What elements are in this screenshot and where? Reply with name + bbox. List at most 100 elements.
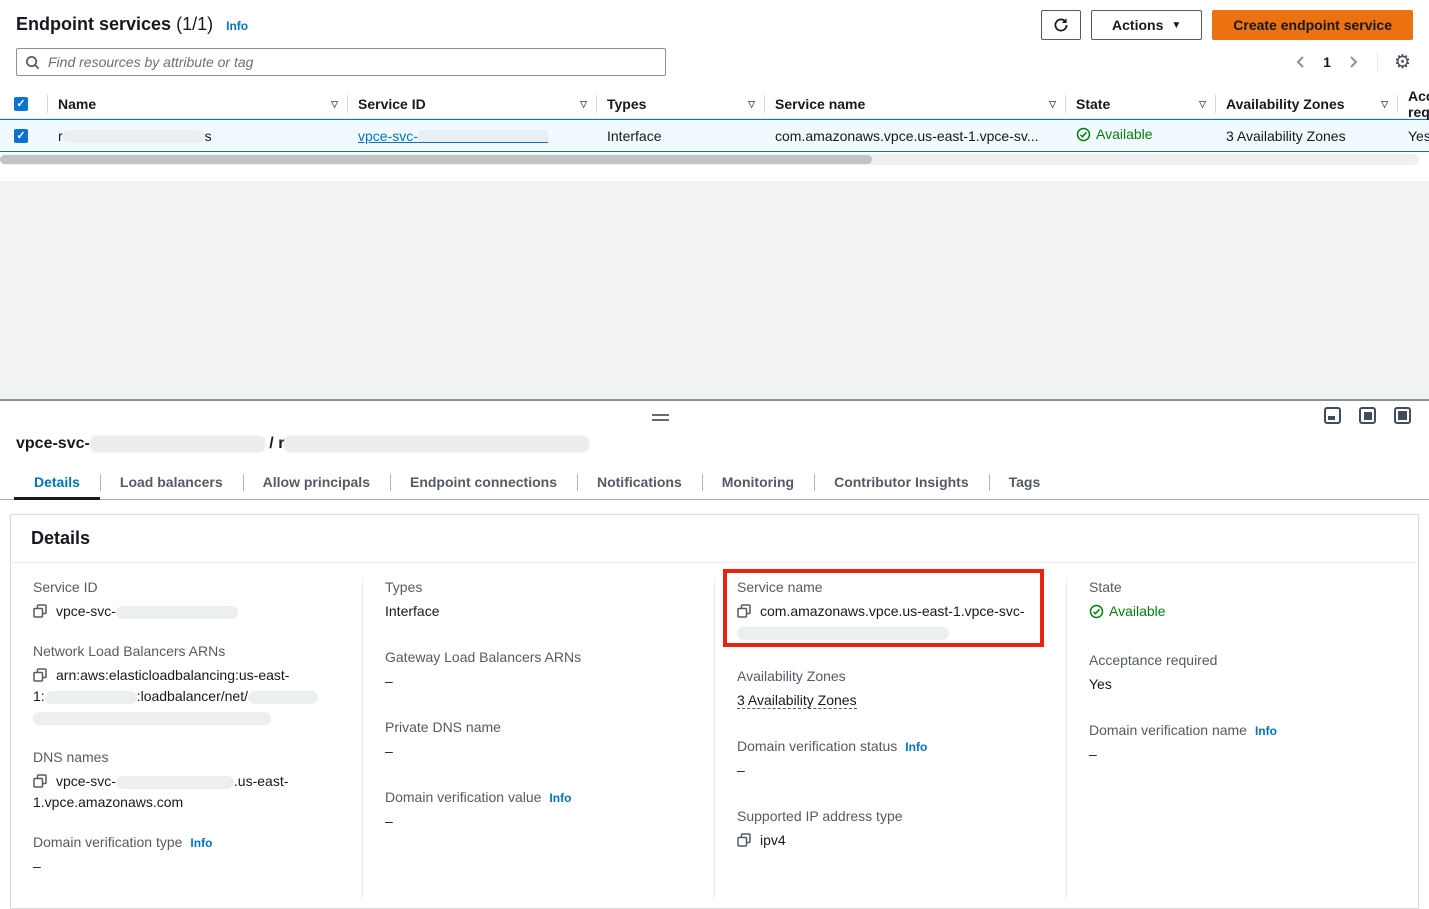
table-header-service-name[interactable]: Service name ▽ bbox=[765, 90, 1066, 118]
available-check-icon bbox=[1076, 127, 1091, 142]
tab-details[interactable]: Details bbox=[14, 467, 100, 499]
sort-icon[interactable]: ▽ bbox=[1199, 99, 1206, 110]
field-service-name: Service name com.amazonaws.vpce.us-east-… bbox=[737, 579, 1044, 643]
info-link[interactable]: Info bbox=[190, 836, 212, 850]
info-link[interactable]: Info bbox=[549, 791, 571, 805]
table-header-service-id[interactable]: Service ID ▽ bbox=[348, 90, 597, 118]
service-name-value: com.amazonaws.vpce.us-east-1.vpce-svc- bbox=[760, 603, 1025, 619]
label-text: Domain verification name bbox=[1089, 722, 1247, 738]
chevron-down-icon: ▼ bbox=[1171, 20, 1181, 31]
redacted-dns bbox=[116, 776, 234, 789]
create-endpoint-service-button[interactable]: Create endpoint service bbox=[1212, 10, 1413, 40]
tab-contributor-insights[interactable]: Contributor Insights bbox=[814, 467, 989, 499]
search-box[interactable] bbox=[16, 48, 666, 76]
copy-icon[interactable] bbox=[737, 604, 751, 618]
table-header-acceptance-required[interactable]: Acceptance required bbox=[1398, 90, 1429, 118]
availability-zones-popover-trigger[interactable]: 3 Availability Zones bbox=[737, 692, 857, 709]
table-header-state[interactable]: State ▽ bbox=[1066, 90, 1216, 118]
state-text: Available bbox=[1109, 601, 1166, 622]
tab-notifications[interactable]: Notifications bbox=[577, 467, 702, 499]
row-availability-zones-cell: 3 Availability Zones bbox=[1216, 128, 1398, 144]
field-supported-ip: Supported IP address type ipv4 bbox=[737, 808, 1044, 851]
actions-button[interactable]: Actions ▼ bbox=[1091, 10, 1202, 40]
field-label: Domain verification value Info bbox=[385, 789, 692, 805]
row-checkbox[interactable]: ✓ bbox=[14, 129, 28, 143]
table-row[interactable]: ✓ rs vpce-svc- Interface com.amazonaws.v… bbox=[0, 119, 1429, 152]
tab-endpoint-connections[interactable]: Endpoint connections bbox=[390, 467, 577, 499]
field-value: vpce-svc- bbox=[33, 601, 340, 622]
redacted-title-id bbox=[90, 436, 265, 452]
field-glb-arns: Gateway Load Balancers ARNs – bbox=[385, 649, 692, 692]
field-domain-verification-type: Domain verification type Info – bbox=[33, 834, 340, 877]
details-card-body: Service ID vpce-svc- Network Load Balanc… bbox=[11, 563, 1418, 908]
copy-icon[interactable] bbox=[33, 604, 47, 618]
current-page: 1 bbox=[1317, 54, 1337, 70]
split-panel-drag-handle-icon[interactable] bbox=[652, 414, 669, 421]
table-controls: 1 ⚙ bbox=[0, 40, 1429, 76]
select-all-checkbox[interactable]: ✓ bbox=[14, 97, 28, 111]
panel-size-medium-icon[interactable] bbox=[1359, 407, 1376, 424]
field-domain-verification-value: Domain verification value Info – bbox=[385, 789, 692, 832]
info-link[interactable]: Info bbox=[905, 740, 927, 754]
sort-icon[interactable]: ▽ bbox=[1381, 99, 1388, 110]
horizontal-scrollbar[interactable] bbox=[0, 154, 1419, 165]
preferences-gear-button[interactable]: ⚙ bbox=[1392, 53, 1413, 72]
sort-icon[interactable]: ▽ bbox=[748, 99, 755, 110]
field-value: – bbox=[33, 856, 340, 877]
details-column-3: Service name com.amazonaws.vpce.us-east-… bbox=[714, 579, 1066, 898]
table-header-name[interactable]: Name ▽ bbox=[48, 90, 348, 118]
label-text: Domain verification value bbox=[385, 789, 541, 805]
field-value: com.amazonaws.vpce.us-east-1.vpce-svc- bbox=[737, 601, 1044, 643]
service-id-link[interactable]: vpce-svc- bbox=[358, 128, 548, 144]
sort-icon[interactable]: ▽ bbox=[580, 99, 587, 110]
row-checkbox-cell: ✓ bbox=[0, 129, 48, 143]
details-card-heading: Details bbox=[11, 515, 1418, 563]
detail-split-panel: vpce-svc- / r Details Load balancers All… bbox=[0, 399, 1429, 891]
refresh-button[interactable] bbox=[1041, 10, 1081, 40]
info-link[interactable]: Info bbox=[1255, 724, 1277, 738]
tab-load-balancers[interactable]: Load balancers bbox=[100, 467, 243, 499]
refresh-icon bbox=[1053, 17, 1069, 33]
field-acceptance-required: Acceptance required Yes bbox=[1089, 652, 1396, 695]
horizontal-scrollbar-thumb[interactable] bbox=[0, 155, 872, 164]
pagination: 1 ⚙ bbox=[1291, 51, 1413, 73]
table-header-types[interactable]: Types ▽ bbox=[597, 90, 765, 118]
field-value: Yes bbox=[1089, 674, 1396, 695]
next-page-button[interactable] bbox=[1343, 51, 1363, 73]
redacted-title-name bbox=[284, 436, 589, 452]
page-title: Endpoint services (1/1) Info bbox=[16, 10, 248, 40]
field-value: Available bbox=[1089, 601, 1396, 625]
header-label: Types bbox=[607, 96, 646, 112]
search-icon bbox=[25, 55, 40, 70]
search-input[interactable] bbox=[46, 53, 657, 71]
arn-line2-mid: :loadbalancer/net/ bbox=[137, 688, 248, 704]
details-card: Details Service ID vpce-svc- Network Loa… bbox=[10, 514, 1419, 909]
copy-icon[interactable] bbox=[737, 833, 751, 847]
split-panel-controls bbox=[0, 401, 1429, 435]
tab-monitoring[interactable]: Monitoring bbox=[702, 467, 814, 499]
field-domain-verification-name: Domain verification nameInfo – bbox=[1089, 722, 1396, 765]
copy-icon[interactable] bbox=[33, 668, 47, 682]
field-label: Domain verification statusInfo bbox=[737, 738, 1044, 754]
field-value: – bbox=[385, 811, 692, 832]
chevron-left-icon bbox=[1295, 55, 1307, 69]
field-domain-verification-status: Domain verification statusInfo – bbox=[737, 738, 1044, 781]
availability-zones-popover-trigger[interactable]: 3 Availability Zones bbox=[1226, 128, 1346, 144]
tab-tags[interactable]: Tags bbox=[989, 467, 1061, 499]
row-name-suffix: s bbox=[205, 128, 212, 144]
panel-size-small-icon[interactable] bbox=[1324, 407, 1341, 424]
tab-allow-principals[interactable]: Allow principals bbox=[243, 467, 390, 499]
label-text: Domain verification type bbox=[33, 834, 182, 850]
copy-icon[interactable] bbox=[33, 774, 47, 788]
previous-page-button[interactable] bbox=[1291, 51, 1311, 73]
field-value: Interface bbox=[385, 601, 692, 622]
field-types: Types Interface bbox=[385, 579, 692, 622]
panel-size-full-icon[interactable] bbox=[1394, 407, 1411, 424]
table-header-availability-zones[interactable]: Availability Zones ▽ bbox=[1216, 90, 1398, 118]
header-label: Name bbox=[58, 96, 96, 112]
sort-icon[interactable]: ▽ bbox=[331, 99, 338, 110]
sort-icon[interactable]: ▽ bbox=[1049, 99, 1056, 110]
page-info-link[interactable]: Info bbox=[226, 19, 248, 33]
field-label: Types bbox=[385, 579, 692, 595]
row-name-prefix: r bbox=[58, 128, 63, 144]
